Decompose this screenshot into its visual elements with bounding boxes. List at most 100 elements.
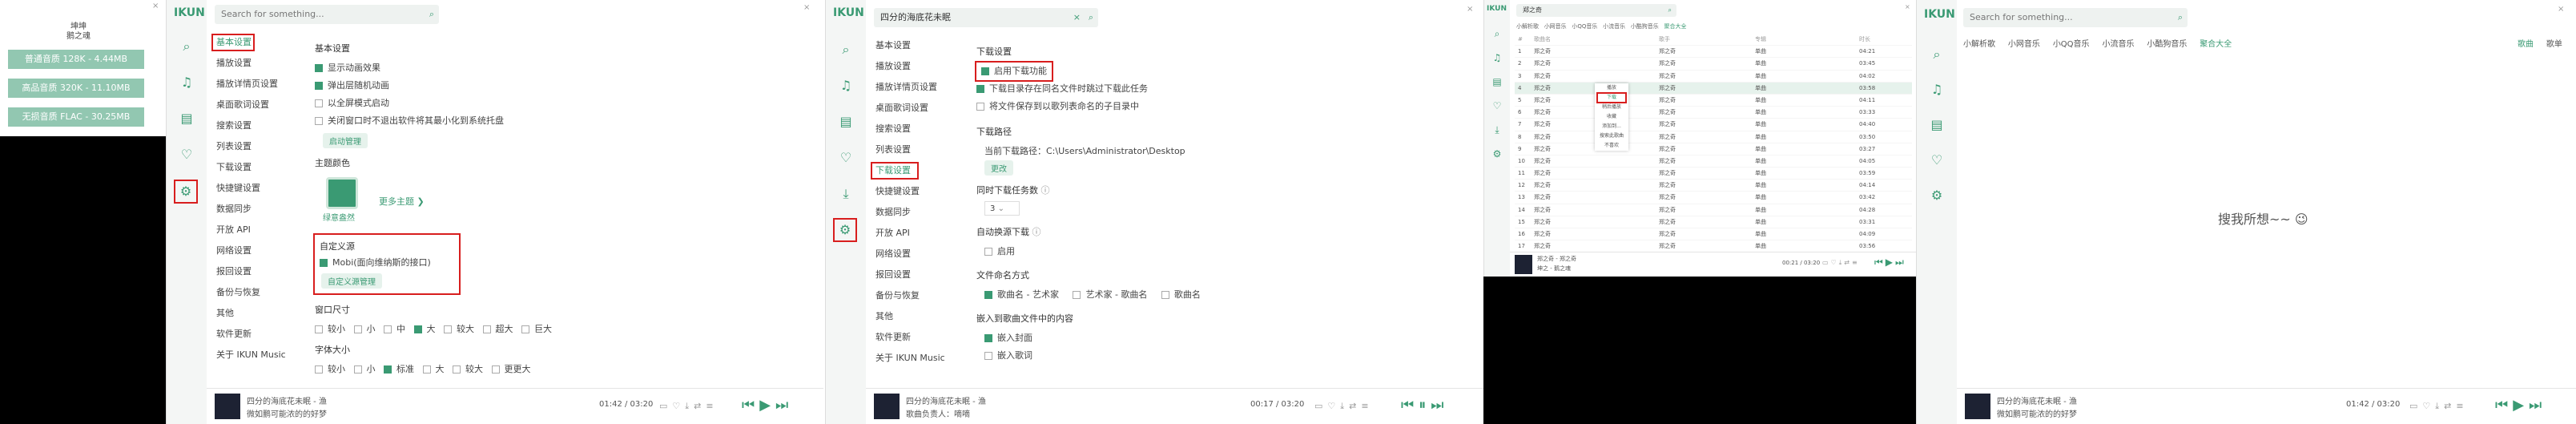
- chart-icon[interactable]: ▤: [179, 111, 195, 127]
- quality-option-standard[interactable]: 普通音质 128K - 4.44MB: [8, 50, 144, 69]
- chart-icon[interactable]: ▤: [838, 114, 854, 130]
- table-row[interactable]: 5 郑之奇 郑之奇 单曲 04:11: [1515, 95, 1912, 107]
- heart-icon[interactable]: ♡: [838, 150, 854, 166]
- nav-play[interactable]: 播放设置: [213, 53, 303, 74]
- option-auto-switch[interactable]: 启用: [976, 243, 1297, 260]
- album-cover[interactable]: [1965, 394, 1990, 419]
- player-transport-controls[interactable]: ⏮⏸⏭: [1401, 397, 1448, 414]
- context-add-to[interactable]: 添加到...: [1595, 122, 1628, 131]
- table-row[interactable]: 16 郑之奇 郑之奇 单曲 04:09: [1515, 228, 1912, 241]
- nav-api[interactable]: 开放 API: [213, 220, 303, 240]
- option-popup-animation[interactable]: 弹出层随机动画: [315, 77, 619, 95]
- player-transport-controls[interactable]: ⏮▶⏭: [1874, 256, 1906, 269]
- close-icon[interactable]: ×: [803, 3, 810, 12]
- search-input[interactable]: 四分的海底花未眠 × ⌕: [874, 8, 1098, 27]
- nav-update[interactable]: 软件更新: [872, 327, 962, 348]
- player-mini-controls[interactable]: ▭♡⤓⇄≡: [1822, 259, 1860, 267]
- nav-list[interactable]: 列表设置: [872, 139, 962, 160]
- context-download[interactable]: 下载: [1596, 92, 1627, 103]
- tab-playlists[interactable]: 歌单: [2546, 40, 2562, 49]
- music-list-icon[interactable]: ♫: [1929, 82, 1945, 98]
- nav-backup[interactable]: 备份与恢复: [213, 282, 303, 303]
- checkbox-unchecked[interactable]: [315, 99, 323, 107]
- table-row[interactable]: 6 郑之奇 郑之奇 单曲 03:33: [1515, 107, 1912, 119]
- tab-source-1[interactable]: 小网音乐: [1544, 23, 1567, 30]
- nav-desktop-lyric[interactable]: 桌面歌词设置: [872, 98, 962, 119]
- nav-report[interactable]: 报回设置: [872, 264, 962, 285]
- settings-gear-icon[interactable]: ⚙: [833, 218, 857, 242]
- tab-source-2[interactable]: 小QQ音乐: [1572, 23, 1597, 30]
- search-button-icon[interactable]: ⌕: [1668, 4, 1672, 17]
- option-embed-lyric[interactable]: 嵌入歌词: [976, 347, 1297, 365]
- checkbox-checked[interactable]: [315, 64, 323, 72]
- option-minimize-tray[interactable]: 关闭窗口时不退出软件将其最小化到系统托盘: [315, 112, 619, 130]
- tab-source-5[interactable]: 聚合大全: [2200, 40, 2232, 49]
- search-clear-icon[interactable]: ×: [1073, 8, 1081, 27]
- music-list-icon[interactable]: ♫: [179, 75, 195, 91]
- custom-source-manage-button[interactable]: 自定义源管理: [321, 273, 382, 289]
- context-play[interactable]: 播放: [1595, 83, 1628, 93]
- table-row[interactable]: 3 郑之奇 郑之奇 单曲 04:02: [1515, 71, 1912, 83]
- theme-swatch[interactable]: [326, 177, 358, 209]
- quality-option-high[interactable]: 高品音质 320K - 11.10MB: [8, 79, 144, 98]
- nav-sync[interactable]: 数据同步: [213, 199, 303, 220]
- nav-about[interactable]: 关于 IKUN Music: [213, 345, 303, 365]
- tab-source-3[interactable]: 小流音乐: [2102, 40, 2134, 49]
- player-transport-controls[interactable]: ⏮▶⏭: [742, 397, 793, 414]
- nav-network[interactable]: 网络设置: [872, 244, 962, 264]
- nav-download[interactable]: 下载设置: [871, 162, 919, 180]
- panel1-close-icon[interactable]: ×: [152, 2, 159, 10]
- music-list-icon[interactable]: ♫: [1489, 50, 1505, 66]
- concurrent-select[interactable]: 3 ⌄: [984, 201, 1020, 216]
- context-collect[interactable]: 收藏: [1595, 112, 1628, 122]
- context-dislike[interactable]: 不喜欢: [1595, 141, 1628, 151]
- settings-gear-icon[interactable]: ⚙: [174, 180, 198, 204]
- heart-icon[interactable]: ♡: [1489, 98, 1505, 114]
- nav-backup[interactable]: 备份与恢复: [872, 285, 962, 306]
- option-fullscreen-start[interactable]: 以全屏模式启动: [315, 95, 619, 112]
- close-icon[interactable]: ×: [2558, 5, 2564, 14]
- album-cover[interactable]: [215, 394, 240, 419]
- nav-report[interactable]: 报回设置: [213, 261, 303, 282]
- table-row[interactable]: 15 郑之奇 郑之奇 单曲 03:31: [1515, 216, 1912, 228]
- nav-play[interactable]: 播放设置: [872, 56, 962, 77]
- nav-basic[interactable]: 基本设置: [211, 34, 255, 51]
- tab-source-0[interactable]: 小解析歌: [1963, 40, 1995, 49]
- chart-icon[interactable]: ▤: [1929, 117, 1945, 133]
- table-row[interactable]: 10 郑之奇 郑之奇 单曲 04:05: [1515, 155, 1912, 168]
- album-cover[interactable]: [874, 394, 900, 419]
- more-themes-link[interactable]: 更多主题 ❯: [379, 195, 425, 208]
- option-skip-existing[interactable]: 下载目录存在同名文件时跳过下载此任务: [976, 80, 1297, 98]
- checkbox-unchecked[interactable]: [976, 103, 984, 111]
- close-icon[interactable]: ×: [1467, 5, 1473, 14]
- nav-desktop-lyric[interactable]: 桌面歌词设置: [213, 95, 303, 115]
- settings-gear-icon[interactable]: ⚙: [1489, 146, 1505, 162]
- search-icon[interactable]: ⌕: [1929, 46, 1945, 63]
- search-button-icon[interactable]: ⌕: [1089, 8, 1093, 27]
- table-row[interactable]: 12 郑之奇 郑之奇 单曲 04:14: [1515, 180, 1912, 192]
- player-transport-controls[interactable]: ⏮▶⏭: [2495, 397, 2546, 414]
- nav-search[interactable]: 搜索设置: [872, 119, 962, 139]
- settings-gear-icon[interactable]: ⚙: [1929, 188, 1945, 204]
- table-row[interactable]: 8 郑之奇 郑之奇 单曲 03:50: [1515, 131, 1912, 143]
- nav-search[interactable]: 搜索设置: [213, 115, 303, 136]
- option-enable-download[interactable]: 启用下载功能: [975, 61, 1053, 82]
- quality-option-lossless[interactable]: 无损音质 FLAC - 30.25MB: [8, 107, 144, 127]
- download-icon[interactable]: ⤓: [838, 186, 854, 202]
- player-mini-controls[interactable]: ▭♡⤓⇄≡: [2409, 401, 2469, 412]
- context-search-song[interactable]: 搜索此歌曲: [1595, 131, 1628, 141]
- nav-about[interactable]: 关于 IKUN Music: [872, 348, 962, 369]
- nav-basic[interactable]: 基本设置: [872, 35, 962, 56]
- player-mini-controls[interactable]: ▭♡⤓⇄≡: [659, 401, 718, 412]
- option-subfolder[interactable]: 将文件保存到以歌列表命名的子目录中: [976, 98, 1297, 115]
- table-row[interactable]: 9 郑之奇 郑之奇 单曲 03:27: [1515, 143, 1912, 155]
- tab-songs[interactable]: 歌曲: [2518, 40, 2534, 49]
- window-controls[interactable]: ×: [803, 3, 810, 12]
- option-embed-cover[interactable]: 嵌入封面: [976, 329, 1297, 347]
- table-row[interactable]: 2 郑之奇 郑之奇 单曲 03:45: [1515, 58, 1912, 71]
- nav-play-detail[interactable]: 播放详情页设置: [213, 74, 303, 95]
- nav-api[interactable]: 开放 API: [872, 223, 962, 244]
- context-play-later[interactable]: 稍后播放: [1595, 103, 1628, 112]
- close-icon[interactable]: ×: [1905, 3, 1910, 10]
- table-row[interactable]: 1 郑之奇 郑之奇 单曲 04:21: [1515, 46, 1912, 59]
